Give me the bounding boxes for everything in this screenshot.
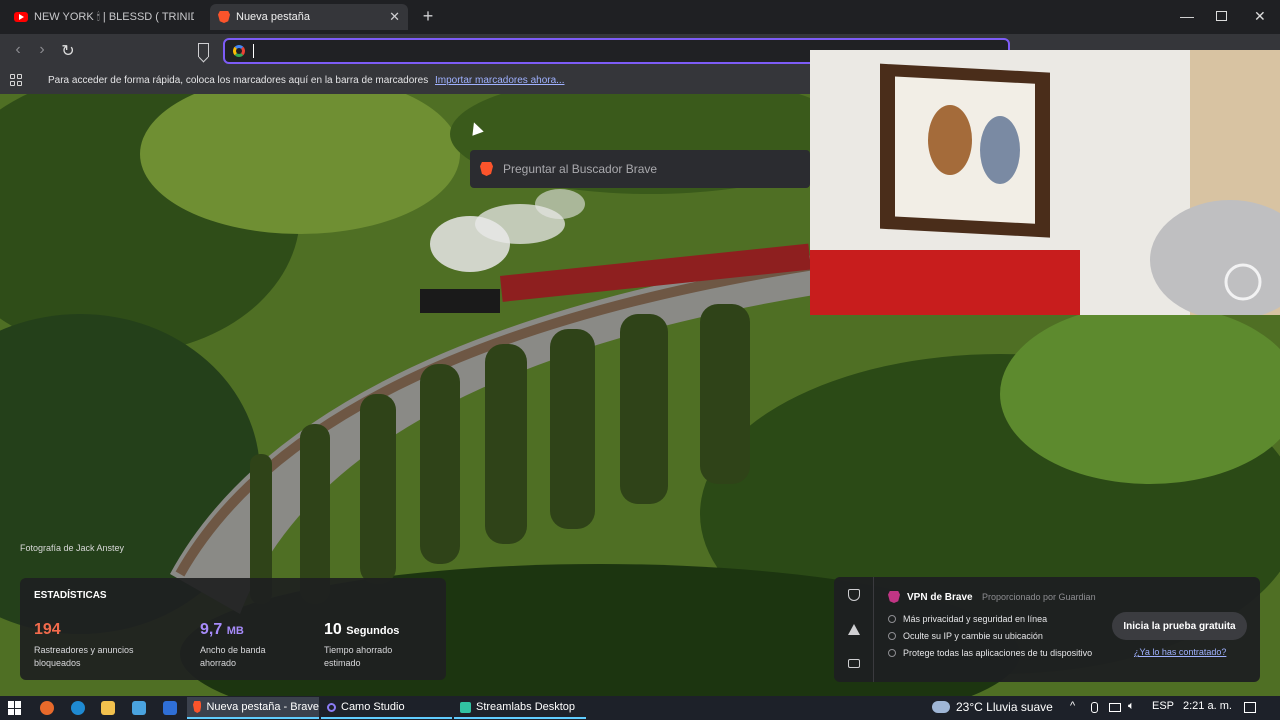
text-caret [253,44,254,58]
check-icon [888,632,896,640]
widget-rail [834,577,874,682]
vpn-feature: Más privacidad y seguridad en línea [888,614,1047,624]
stat-unit: Segundos [346,625,400,637]
stat-value: 194 [34,621,61,638]
taskbar-app-label: Camo Studio [341,701,405,713]
weather-widget[interactable]: 23°C Lluvia suave [932,700,1053,714]
vpn-provider: Proporcionado por Guardian [982,592,1096,602]
photo-credit[interactable]: Fotografía de Jack Anstey [20,543,124,553]
store-icon[interactable] [132,701,146,715]
webcam-overlay [810,50,1280,315]
bookmarks-message: Para acceder de forma rápida, coloca los… [48,75,564,86]
stat-value: 9,7 [200,621,223,638]
taskbar-app-label: Nueva pestaña - Brave [206,701,319,713]
chevron-up-icon[interactable]: ^ [1070,700,1075,712]
cloud-rain-icon [932,701,950,713]
vpn-title: VPN de Brave [907,591,973,603]
mail-icon[interactable] [163,701,177,715]
search-suggestion[interactable]: Preguntar al Buscador Brave [470,150,810,188]
stat-time: 10 Segundos Tiempo ahorrado estimado [324,618,399,670]
check-icon [888,615,896,623]
stats-title: ESTADÍSTICAS [34,590,107,601]
reload-icon[interactable]: ↻ [58,41,78,61]
close-window-icon[interactable]: ✕ [1254,8,1266,25]
app-icon[interactable] [40,701,54,715]
stat-value: 10 [324,621,342,638]
volume-icon[interactable]: 🔈︎ [1128,700,1135,713]
vpn-feature: Oculte su IP y cambie su ubicación [888,631,1043,641]
stat-label: estimado [324,658,361,669]
stats-widget: ESTADÍSTICAS 194 Rastreadores y anuncios… [20,578,446,680]
taskbar-app-streamlabs[interactable]: Streamlabs Desktop [454,697,586,719]
brave-icon [218,11,230,23]
bookmarks-hint: Para acceder de forma rápida, coloca los… [48,75,429,86]
forward-icon[interactable]: › [32,41,52,59]
edge-icon[interactable] [71,701,85,715]
brave-search-icon [480,162,493,176]
streamlabs-icon [460,701,471,713]
shield-icon[interactable] [848,589,860,601]
stat-label: Rastreadores y anuncios [34,645,134,656]
file-explorer-icon[interactable] [101,701,115,715]
tab-title: NEW YORK 🕯 | BLESSD ( TRINID [34,10,194,23]
taskbar-app-brave[interactable]: Nueva pestaña - Brave [187,697,319,719]
stat-bandwidth: 9,7 MB Ancho de banda ahorrado [200,618,266,670]
taskbar-app-camo[interactable]: Camo Studio [321,697,452,719]
camo-icon [327,702,336,712]
already-subscribed-link[interactable]: ¿Ya lo has contratado? [1134,647,1226,657]
stat-unit: MB [226,625,244,637]
stat-label: Ancho de banda [200,645,266,656]
cards-icon[interactable] [848,659,860,668]
google-icon [233,45,245,57]
stat-trackers: 194 Rastreadores y anuncios bloqueados [34,618,134,670]
maximize-icon[interactable] [1216,11,1227,21]
feature-text: Protege todas las aplicaciones de tu dis… [903,648,1093,658]
back-icon[interactable]: ‹ [8,41,28,59]
minimize-icon[interactable]: — [1180,8,1194,24]
close-tab-icon[interactable]: ✕ [389,9,400,25]
tab-youtube[interactable]: NEW YORK 🕯 | BLESSD ( TRINID [6,4,202,30]
weather-text: 23°C Lluvia suave [956,700,1053,714]
webcam-image [810,50,1280,315]
taskbar: Nueva pestaña - Brave Camo Studio Stream… [0,696,1280,720]
feature-text: Más privacidad y seguridad en línea [903,614,1048,624]
vpn-card: VPN de Brave Proporcionado por Guardian … [834,577,1260,682]
network-icon[interactable] [1109,703,1121,712]
tab-title: Nueva pestaña [236,11,310,23]
new-tab-button[interactable]: + [418,6,438,27]
windows-start-icon[interactable] [8,701,22,715]
tab-strip: NEW YORK 🕯 | BLESSD ( TRINID Nueva pesta… [0,0,1280,34]
check-icon [888,649,896,657]
vpn-heading: VPN de Brave [888,591,973,603]
vpn-icon[interactable] [848,624,860,635]
feature-text: Oculte su IP y cambie su ubicación [903,631,1043,641]
stat-label: Tiempo ahorrado [324,645,393,656]
bookmark-icon[interactable] [198,43,209,57]
taskbar-app-label: Streamlabs Desktop [476,701,576,713]
stat-label: ahorrado [200,658,237,669]
brave-icon [193,701,202,713]
start-trial-button[interactable]: Inicia la prueba gratuita [1112,612,1247,640]
language-indicator[interactable]: ESP [1152,700,1174,712]
clock[interactable]: 2:21 a. m. [1183,700,1232,712]
vpn-shield-icon [888,591,900,603]
stat-label: bloqueados [34,658,81,669]
apps-grid-icon[interactable] [10,74,22,86]
tab-new-tab[interactable]: Nueva pestaña ✕ [210,4,408,30]
vpn-feature: Protege todas las aplicaciones de tu dis… [888,648,1092,658]
notifications-icon[interactable] [1244,702,1256,713]
import-bookmarks-link[interactable]: Importar marcadores ahora... [435,75,565,86]
microphone-icon[interactable] [1091,702,1098,713]
suggestion-text: Preguntar al Buscador Brave [503,162,658,176]
youtube-icon [14,12,28,22]
